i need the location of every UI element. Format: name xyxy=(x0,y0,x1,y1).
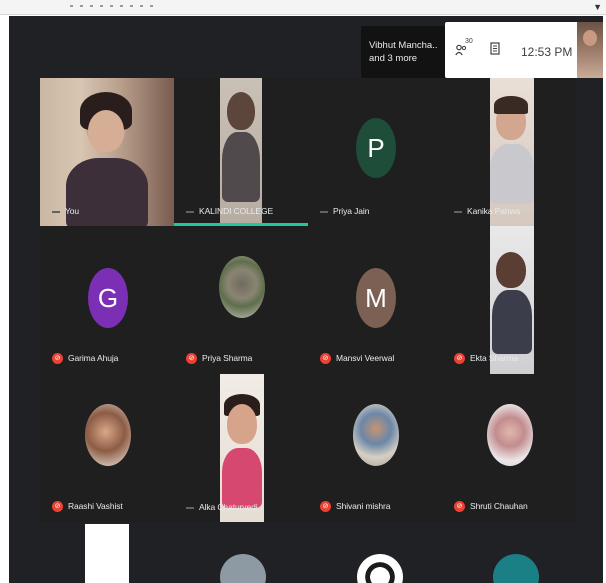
meeting-top-bar: 30 12:53 PM xyxy=(445,22,585,78)
participant-tile[interactable]: Alka Chaturvedi xyxy=(174,374,308,522)
participant-tile[interactable]: ⊘ Shruti Chauhan xyxy=(442,374,576,522)
participant-name: Raashi Vashist xyxy=(68,500,123,511)
participant-name: KALINDI COLLEGE xyxy=(199,206,274,216)
browser-top-strip: ▼ xyxy=(0,0,606,15)
audio-level-icon xyxy=(320,210,328,213)
participant-count: 30 xyxy=(465,38,473,45)
participant-tile[interactable]: P Priya Jain xyxy=(308,78,442,226)
participant-body xyxy=(222,132,260,202)
participant-photo xyxy=(219,256,265,318)
participant-name: You xyxy=(65,206,80,216)
participant-name: Garima Ahuja xyxy=(68,352,119,363)
browser-tab-dots xyxy=(70,5,160,7)
presenter-name: Vibhut Mancha.. xyxy=(369,40,438,51)
participant-face xyxy=(227,92,255,130)
chevron-down-icon[interactable]: ▼ xyxy=(593,2,602,12)
participant-body xyxy=(222,448,262,508)
meeting-grid: Vibhut Mancha.. and 3 more 30 12:53 PM Y… xyxy=(9,16,603,583)
mic-off-icon: ⊘ xyxy=(454,501,465,512)
participant-photo-partial[interactable] xyxy=(220,554,266,583)
mic-off-icon: ⊘ xyxy=(320,501,331,512)
clock-time: 12:53 PM xyxy=(521,45,573,59)
participant-avatar: M xyxy=(356,268,396,328)
presenter-more: and 3 more xyxy=(369,53,418,64)
participant-face xyxy=(227,404,257,444)
participant-photo xyxy=(487,404,533,466)
participant-avatar: P xyxy=(356,118,396,178)
participant-avatar: G xyxy=(88,268,128,328)
audio-level-icon xyxy=(454,210,462,213)
participant-face xyxy=(496,252,526,288)
presenter-chip[interactable]: Vibhut Mancha.. and 3 more xyxy=(361,26,445,78)
mic-off-icon: ⊘ xyxy=(320,353,331,364)
audio-level-icon xyxy=(186,506,194,509)
participant-body xyxy=(492,290,532,354)
mic-off-icon: ⊘ xyxy=(52,501,63,512)
participant-tile[interactable]: G ⊘ Garima Ahuja xyxy=(40,226,174,374)
participant-name: Priya Sharma xyxy=(202,352,253,363)
self-view-thumbnail[interactable] xyxy=(577,22,603,78)
participant-tile[interactable]: M ⊘ Mansvi Veerwal xyxy=(308,226,442,374)
participant-name: Kanika Pahwa xyxy=(467,206,521,216)
participant-photo xyxy=(353,404,399,466)
audio-level-icon xyxy=(52,210,60,213)
chat-icon[interactable] xyxy=(490,42,500,60)
participant-name: Mansvi Veerwal xyxy=(336,352,395,363)
participant-tile[interactable]: You xyxy=(40,78,174,226)
participant-name: Priya Jain xyxy=(333,206,370,216)
audio-level-icon xyxy=(186,210,194,213)
participant-tile[interactable]: ⊘ Shivani mishra xyxy=(308,374,442,522)
participant-video-partial[interactable] xyxy=(85,524,129,583)
participant-photo-partial[interactable] xyxy=(493,554,539,583)
participant-tile[interactable]: KALINDI COLLEGE xyxy=(174,78,308,226)
participant-name: Shivani mishra xyxy=(336,500,391,511)
participant-body xyxy=(490,144,534,204)
people-icon[interactable] xyxy=(455,43,467,61)
mic-off-icon: ⊘ xyxy=(454,353,465,364)
participant-name: Alka Chaturvedi xyxy=(199,502,258,512)
participant-tile[interactable]: ⊘ Priya Sharma xyxy=(174,226,308,374)
participant-hair xyxy=(494,96,528,114)
participant-face xyxy=(88,110,124,152)
mic-off-icon: ⊘ xyxy=(52,353,63,364)
participant-photo xyxy=(85,404,131,466)
participant-tile[interactable]: ⊘ Ekta Sharma xyxy=(442,226,576,374)
participant-name: Shruti Chauhan xyxy=(470,500,528,511)
participant-tile[interactable]: Kanika Pahwa xyxy=(442,78,576,226)
participant-tile[interactable]: ⊘ Raashi Vashist xyxy=(40,374,174,522)
participant-name: Ekta Sharma xyxy=(470,352,519,363)
mic-off-icon: ⊘ xyxy=(186,353,197,364)
participant-photo-partial[interactable] xyxy=(357,554,403,583)
